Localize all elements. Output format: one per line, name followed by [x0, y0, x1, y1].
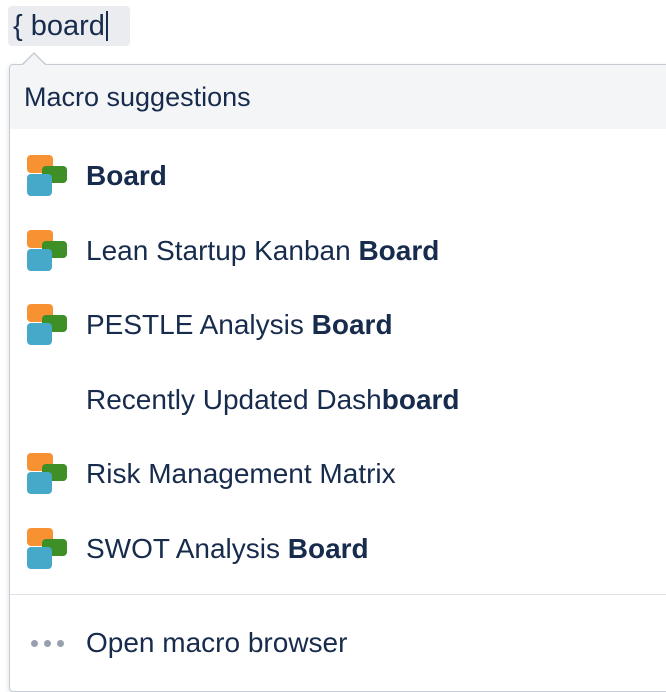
board-macro-icon [27, 229, 67, 271]
text-caret [105, 11, 108, 41]
macro-suggestions-dropdown: Macro suggestions Board Lean Startup Kan… [9, 64, 666, 692]
board-macro-icon [27, 527, 67, 569]
suggestion-label-match: Board [311, 309, 393, 341]
suggestion-label-pre: Recently Updated Dash [86, 383, 382, 415]
suggestion-item-pestle-analysis-board[interactable]: PESTLE Analysis Board [10, 288, 666, 363]
footer-label: Open macro browser [86, 627, 348, 658]
board-macro-icon [27, 453, 67, 495]
suggestion-label-pre: PESTLE Analysis [86, 309, 312, 341]
typed-text: { board [13, 9, 105, 42]
suggestion-label-match: board [381, 383, 460, 415]
suggestion-label-pre: Lean Startup Kanban [86, 234, 359, 266]
board-macro-icon [27, 155, 67, 197]
board-macro-icon [27, 304, 67, 346]
open-macro-browser-button[interactable]: Open macro browser [10, 595, 666, 691]
suggestion-item-lean-startup-kanban-board[interactable]: Lean Startup Kanban Board [10, 214, 666, 289]
suggestion-label-pre: SWOT Analysis [86, 532, 288, 564]
suggestion-label-pre: Risk Management Matrix [86, 458, 396, 490]
suggestion-item-risk-management-matrix[interactable]: Risk Management Matrix [10, 437, 666, 512]
icon-placeholder [24, 377, 70, 423]
macro-search-input[interactable]: { board [8, 6, 130, 46]
ellipsis-icon [24, 639, 70, 647]
suggestion-list: Board Lean Startup Kanban Board PESTLE A… [10, 129, 666, 586]
suggestion-label-match: Board [86, 160, 167, 192]
suggestion-label-match: Board [287, 532, 369, 564]
suggestion-item-board[interactable]: Board [10, 139, 666, 214]
dropdown-pointer-fill [23, 54, 45, 65]
suggestion-item-recently-updated-dashboard[interactable]: Recently Updated Dash board [10, 363, 666, 438]
suggestion-item-swot-analysis-board[interactable]: SWOT Analysis Board [10, 512, 666, 587]
dropdown-header: Macro suggestions [10, 65, 666, 129]
suggestion-label-match: Board [358, 234, 440, 266]
